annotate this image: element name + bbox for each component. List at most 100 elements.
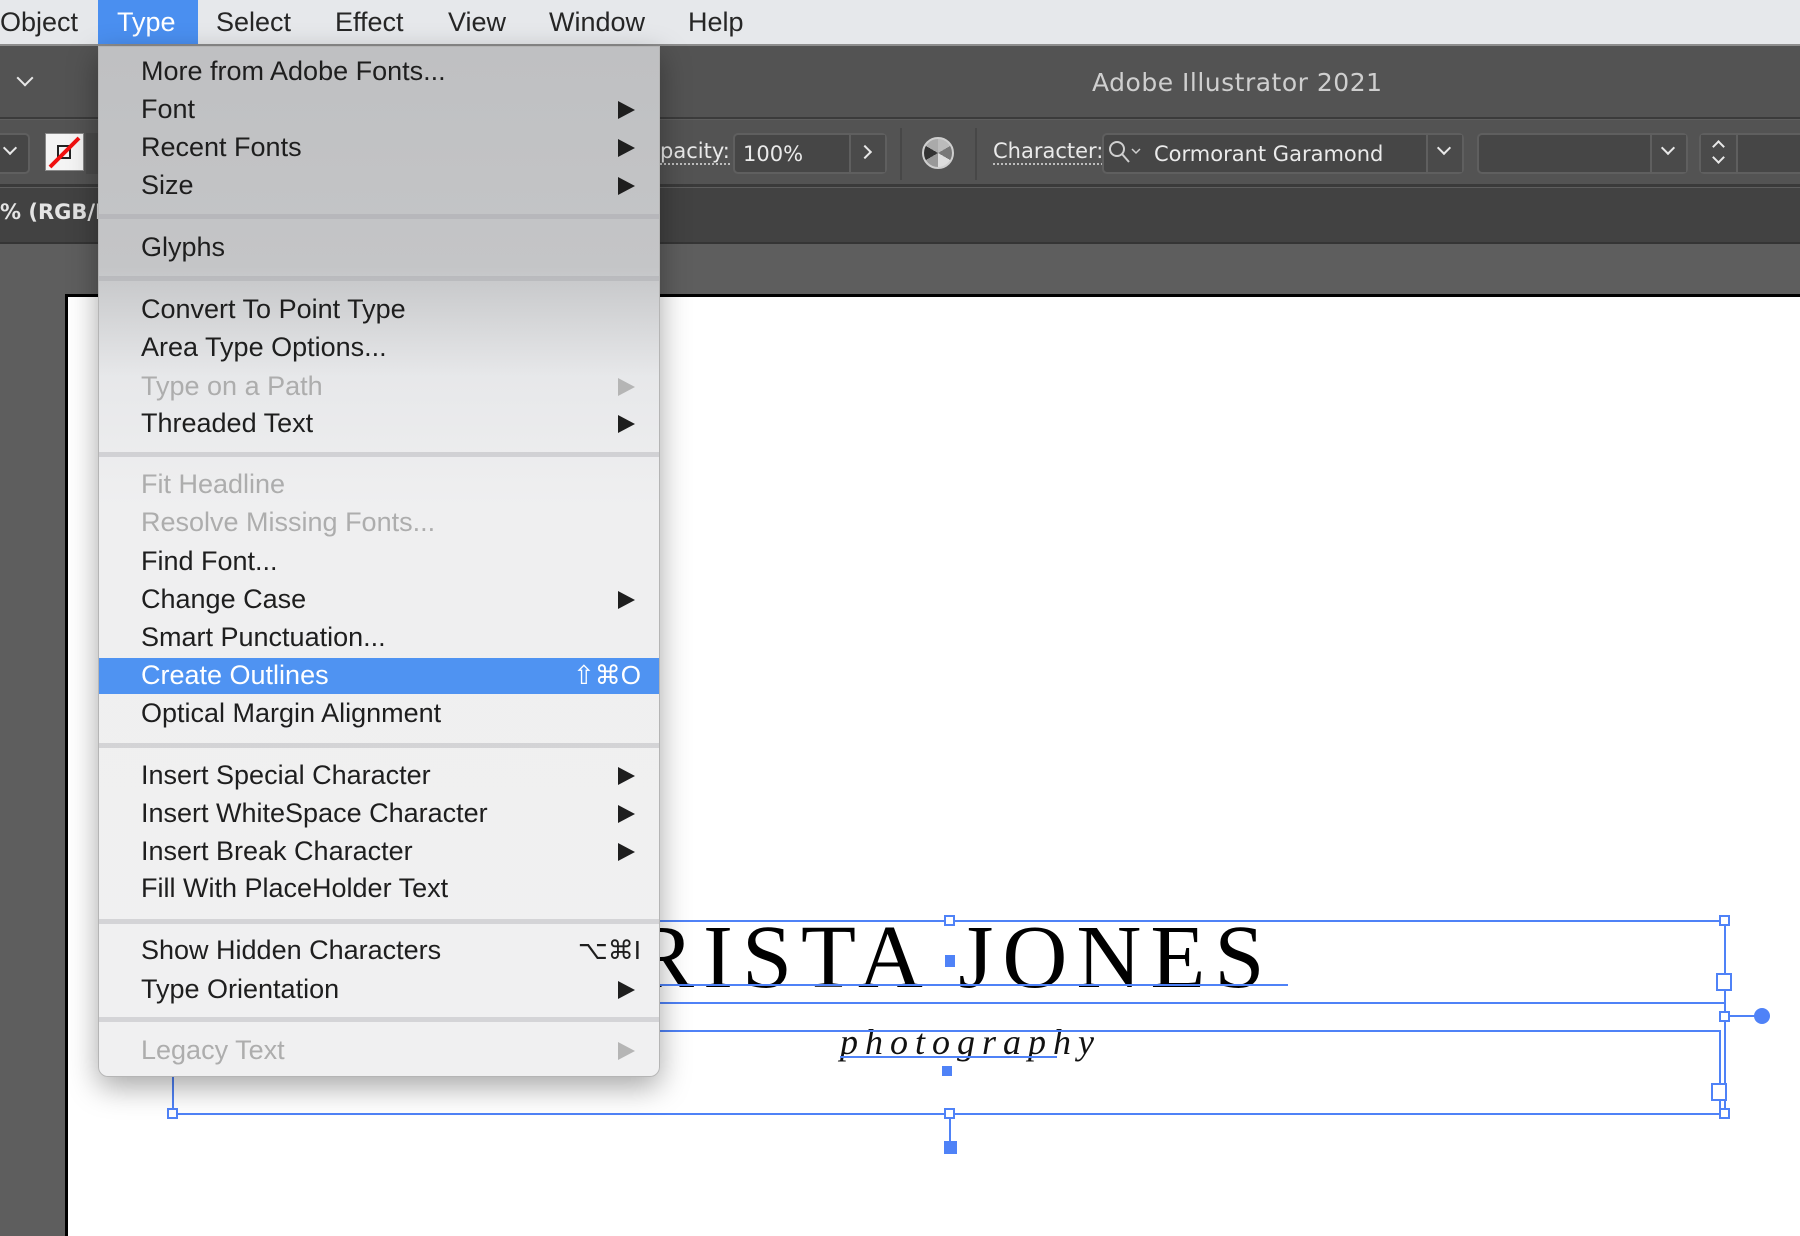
recolor-artwork-icon[interactable]	[922, 137, 954, 169]
menu-item-label: Insert WhiteSpace Character	[141, 798, 488, 828]
font-style-dropdown[interactable]	[1650, 135, 1686, 172]
handle-bottom-right[interactable]	[1719, 1108, 1730, 1119]
submenu-arrow-icon	[618, 843, 635, 861]
submenu-arrow-icon	[618, 805, 635, 823]
menu-item-find-font[interactable]: Find Font...	[99, 542, 659, 580]
tagline-anchor[interactable]	[942, 1066, 952, 1076]
menu-item-label: Create Outlines	[141, 660, 329, 690]
menu-item-shortcut: ⌥⌘I	[577, 935, 641, 965]
submenu-arrow-icon	[618, 415, 635, 433]
menu-item-convert-to-point-type[interactable]: Convert To Point Type	[99, 290, 659, 328]
opacity-label[interactable]: pacity:	[660, 139, 730, 165]
menu-item-label: Find Font...	[141, 546, 278, 576]
menu-view[interactable]: View	[430, 0, 524, 44]
menu-item-insert-special-character[interactable]: Insert Special Character	[99, 756, 659, 794]
chevron-down-icon	[1660, 140, 1676, 156]
chevron-right-icon	[857, 144, 873, 160]
menu-effect[interactable]: Effect	[317, 0, 422, 44]
font-family-field[interactable]: Cormorant Garamond	[1102, 133, 1464, 174]
opacity-expand-button[interactable]	[849, 135, 885, 172]
fill-swatch[interactable]	[45, 133, 84, 171]
menu-item-label: Type on a Path	[141, 371, 323, 401]
app-title: Adobe Illustrator 2021	[1092, 68, 1383, 97]
menu-item-recent-fonts[interactable]: Recent Fonts	[99, 128, 659, 166]
menu-object[interactable]: Object	[0, 0, 96, 44]
submenu-arrow-icon	[618, 767, 635, 785]
submenu-arrow-icon	[618, 1042, 635, 1060]
submenu-arrow-icon	[618, 378, 635, 396]
menu-item-insert-break-character[interactable]: Insert Break Character	[99, 832, 659, 870]
workspace-chevron-down-icon[interactable]	[16, 69, 34, 87]
menu-item-label: Area Type Options...	[141, 332, 387, 362]
menu-item-label: Glyphs	[141, 232, 226, 262]
handle-middle-right[interactable]	[1719, 1011, 1730, 1022]
handle-bottom-left[interactable]	[167, 1108, 178, 1119]
type-menu-dropdown: More from Adobe Fonts... Font Recent Fon…	[98, 46, 660, 1077]
menu-item-glyphs[interactable]: Glyphs	[99, 228, 659, 266]
menu-help[interactable]: Help	[670, 0, 762, 44]
menu-item-label: Type Orientation	[141, 974, 340, 1004]
character-label[interactable]: Character:	[993, 139, 1104, 165]
menu-item-label: Threaded Text	[141, 408, 314, 438]
opacity-value[interactable]: 100%	[743, 142, 803, 166]
menu-item-create-outlines[interactable]: Create Outlines ⇧⌘O	[99, 658, 659, 694]
chevron-down-icon	[2, 140, 18, 156]
menu-item-fill-with-placeholder-text[interactable]: Fill With PlaceHolder Text	[99, 869, 659, 907]
no-fill-icon	[48, 136, 81, 169]
pivot-handle[interactable]	[944, 1141, 957, 1154]
font-search-icon	[1109, 141, 1141, 163]
chevron-down-icon[interactable]	[1712, 151, 1725, 164]
handle-top-right[interactable]	[1719, 915, 1730, 926]
submenu-arrow-icon	[618, 591, 635, 609]
menu-item-size[interactable]: Size	[99, 166, 659, 204]
opacity-field[interactable]: 100%	[733, 133, 887, 174]
menu-item-show-hidden-characters[interactable]: Show Hidden Characters ⌥⌘I	[99, 931, 659, 969]
font-style-field[interactable]	[1477, 133, 1688, 174]
menu-separator	[99, 919, 659, 924]
menu-item-type-on-a-path: Type on a Path	[99, 367, 659, 405]
chevron-down-icon	[1436, 140, 1452, 156]
text-frame-1-out-port[interactable]	[1716, 973, 1732, 991]
submenu-arrow-icon	[618, 101, 635, 119]
separator	[900, 128, 902, 180]
menu-item-label: Insert Special Character	[141, 760, 431, 790]
menu-item-smart-punctuation[interactable]: Smart Punctuation...	[99, 618, 659, 656]
text-frame-2-out-port[interactable]	[1711, 1083, 1727, 1101]
menu-item-optical-margin-alignment[interactable]: Optical Margin Alignment	[99, 694, 659, 732]
menu-item-fit-headline: Fit Headline	[99, 465, 659, 503]
font-size-stepper[interactable]	[1701, 135, 1738, 172]
menu-item-label: Fit Headline	[141, 469, 286, 499]
headline-anchor[interactable]	[945, 955, 955, 967]
rotate-handle[interactable]	[1754, 1008, 1770, 1024]
menu-item-more-from-adobe-fonts[interactable]: More from Adobe Fonts...	[99, 52, 659, 90]
menu-item-label: Size	[141, 170, 194, 200]
pivot-stem	[949, 1118, 951, 1142]
menu-item-label: Insert Break Character	[141, 836, 413, 866]
menu-item-label: More from Adobe Fonts...	[141, 56, 446, 86]
menu-item-insert-whitespace-character[interactable]: Insert WhiteSpace Character	[99, 794, 659, 832]
menu-item-type-orientation[interactable]: Type Orientation	[99, 970, 659, 1008]
menu-item-label: Optical Margin Alignment	[141, 698, 442, 728]
font-size-field[interactable]	[1699, 133, 1800, 174]
menu-item-label: Resolve Missing Fonts...	[141, 507, 436, 537]
menu-separator	[99, 1017, 659, 1022]
menu-item-area-type-options[interactable]: Area Type Options...	[99, 328, 659, 366]
menu-item-threaded-text[interactable]: Threaded Text	[99, 404, 659, 442]
stroke-dropdown[interactable]	[0, 133, 30, 174]
fill-dropdown[interactable]	[86, 133, 98, 174]
font-family-value[interactable]: Cormorant Garamond	[1154, 142, 1383, 166]
menu-item-shortcut: ⇧⌘O	[572, 660, 641, 690]
menu-window[interactable]: Window	[531, 0, 663, 44]
menu-type[interactable]: Type	[98, 0, 198, 44]
menu-item-font[interactable]: Font	[99, 90, 659, 128]
font-family-dropdown[interactable]	[1426, 135, 1462, 172]
handle-top-center[interactable]	[944, 915, 955, 926]
tagline-baseline	[840, 1056, 1057, 1058]
text-frame-2-right	[1719, 1030, 1721, 1114]
submenu-arrow-icon	[618, 139, 635, 157]
menu-select[interactable]: Select	[198, 0, 309, 44]
menu-item-change-case[interactable]: Change Case	[99, 580, 659, 618]
headline-text[interactable]: KRISTA JONES	[560, 908, 1273, 1008]
submenu-arrow-icon	[618, 981, 635, 999]
menu-separator	[99, 452, 659, 457]
